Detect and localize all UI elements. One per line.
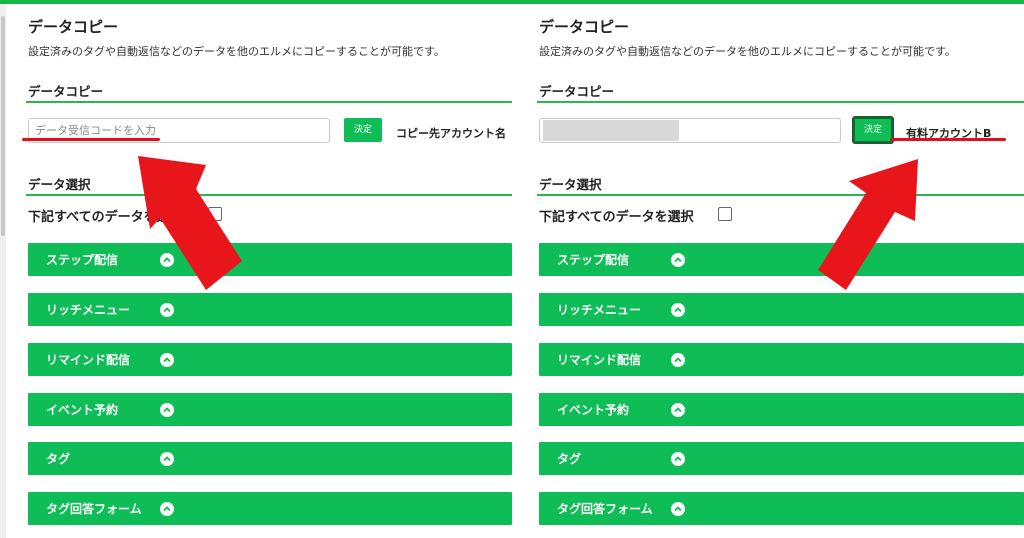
section-tag[interactable]: タグ xyxy=(28,442,512,475)
decide-button[interactable]: 決定 xyxy=(344,118,382,142)
annotation-underline-left xyxy=(22,138,160,141)
section-label: リマインド配信 xyxy=(557,353,642,367)
page-title: データコピー xyxy=(539,18,630,36)
section-reminder-delivery[interactable]: リマインド配信 xyxy=(539,343,1024,376)
section-label: ステップ配信 xyxy=(557,253,630,267)
copy-section-title: データコピー xyxy=(539,84,615,99)
chevron-up-icon[interactable] xyxy=(671,452,685,466)
right-panel: データコピー 設定済みのタグや自動返信などのデータを他のエルメにコピーすることが… xyxy=(512,4,1024,538)
section-label: タグ xyxy=(46,452,71,466)
data-select-title: データ選択 xyxy=(539,177,602,192)
chevron-up-icon[interactable] xyxy=(671,353,685,367)
section-tag-answer-form[interactable]: タグ回答フォーム xyxy=(539,492,1024,525)
section-rule xyxy=(537,194,1024,196)
section-rule xyxy=(26,101,512,103)
chevron-up-icon[interactable] xyxy=(160,303,174,317)
section-rule xyxy=(26,194,512,196)
chevron-up-icon[interactable] xyxy=(671,303,685,317)
annotation-underline-right xyxy=(890,138,1006,141)
section-label: イベント予約 xyxy=(557,403,630,417)
section-label: イベント予約 xyxy=(46,403,119,417)
chevron-up-icon[interactable] xyxy=(160,452,174,466)
destination-account-name: コピー先アカウント名 xyxy=(396,127,506,140)
select-all-checkbox[interactable] xyxy=(718,207,732,221)
section-step-delivery[interactable]: ステップ配信 xyxy=(539,243,1024,276)
section-event-booking[interactable]: イベント予約 xyxy=(539,393,1024,426)
chevron-up-icon[interactable] xyxy=(160,253,174,267)
section-label: リッチメニュー xyxy=(46,303,131,317)
section-event-booking[interactable]: イベント予約 xyxy=(28,393,512,426)
chevron-up-icon[interactable] xyxy=(160,502,174,516)
left-panel: データコピー 設定済みのタグや自動返信などのデータを他のエルメにコピーすることが… xyxy=(0,4,512,538)
section-label: タグ xyxy=(557,452,582,466)
page-description: 設定済みのタグや自動返信などのデータを他のエルメにコピーすることが可能です。 xyxy=(539,45,956,58)
section-tag[interactable]: タグ xyxy=(539,442,1024,475)
redacted-code xyxy=(543,120,679,141)
section-label: リッチメニュー xyxy=(557,303,642,317)
page-description: 設定済みのタグや自動返信などのデータを他のエルメにコピーすることが可能です。 xyxy=(28,45,445,58)
section-label: ステップ配信 xyxy=(46,253,119,267)
copy-section-title: データコピー xyxy=(28,84,104,99)
data-select-title: データ選択 xyxy=(28,177,91,192)
section-label: リマインド配信 xyxy=(46,353,131,367)
section-rule xyxy=(537,101,1024,103)
select-all-checkbox[interactable] xyxy=(208,207,222,221)
select-all-label: 下記すべてのデータを選択 xyxy=(28,210,183,225)
section-label: タグ回答フォーム xyxy=(557,502,653,516)
section-reminder-delivery[interactable]: リマインド配信 xyxy=(28,343,512,376)
scrollbar-thumb[interactable] xyxy=(1,16,5,236)
chevron-up-icon[interactable] xyxy=(671,403,685,417)
select-all-label: 下記すべてのデータを選択 xyxy=(539,210,694,225)
section-rich-menu[interactable]: リッチメニュー xyxy=(28,293,512,326)
chevron-up-icon[interactable] xyxy=(671,253,685,267)
section-step-delivery[interactable]: ステップ配信 xyxy=(28,243,512,276)
chevron-up-icon[interactable] xyxy=(160,353,174,367)
chevron-up-icon[interactable] xyxy=(160,403,174,417)
decide-button[interactable]: 決定 xyxy=(853,117,893,143)
section-rich-menu[interactable]: リッチメニュー xyxy=(539,293,1024,326)
left-scrollbar[interactable] xyxy=(0,4,6,538)
section-tag-answer-form[interactable]: タグ回答フォーム xyxy=(28,492,512,525)
chevron-up-icon[interactable] xyxy=(671,502,685,516)
section-label: タグ回答フォーム xyxy=(46,502,142,516)
page-title: データコピー xyxy=(28,18,119,36)
